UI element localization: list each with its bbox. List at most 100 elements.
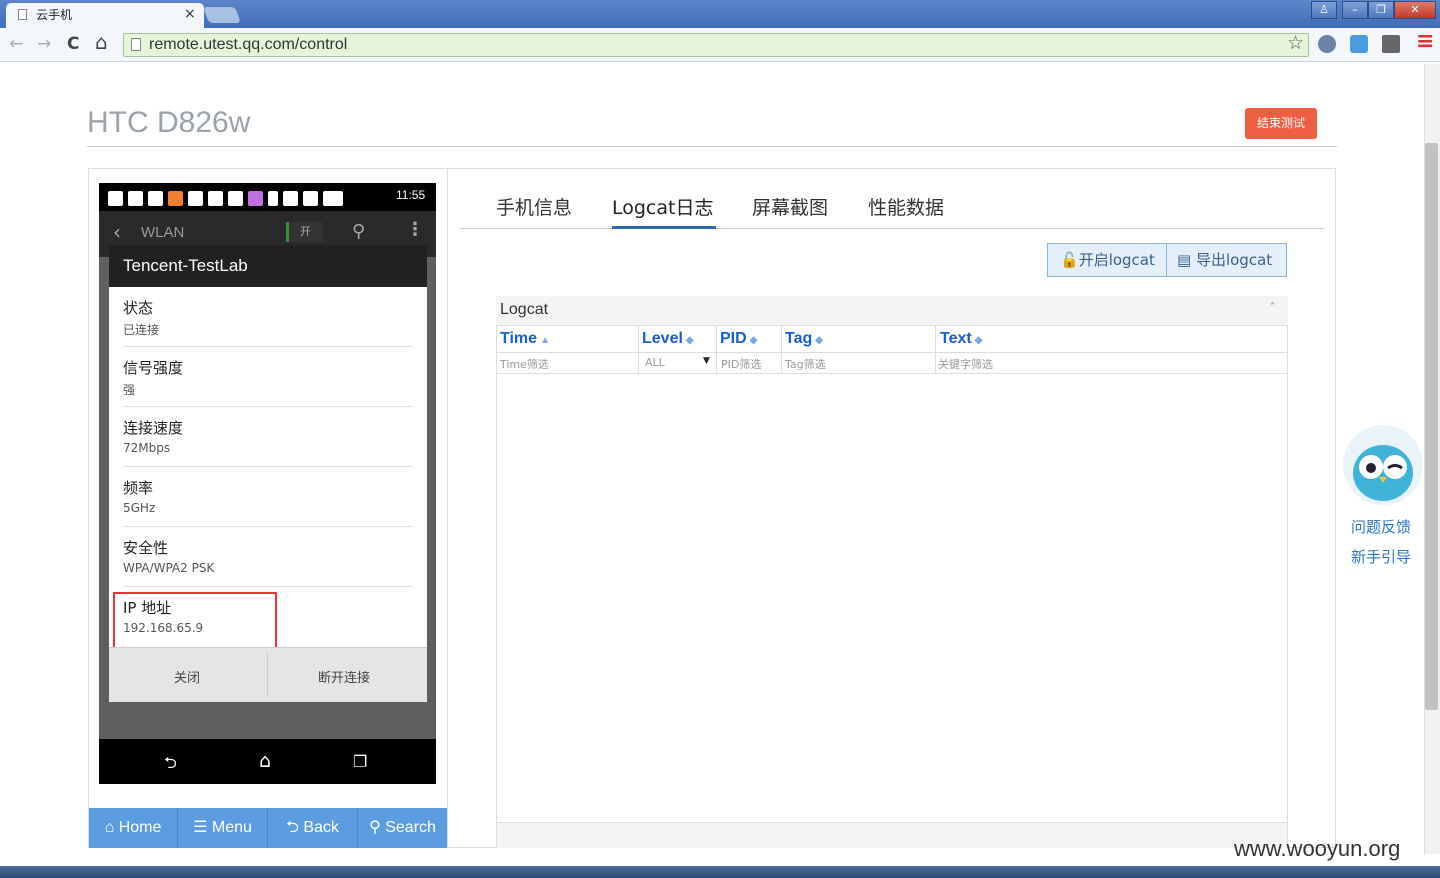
app-icon [208, 191, 223, 206]
app-icon [228, 191, 243, 206]
app-icon [168, 191, 183, 206]
disconnect-button[interactable]: 断开连接 [318, 667, 370, 686]
owl-mascot-icon[interactable] [1343, 425, 1423, 505]
os-taskbar [0, 866, 1440, 878]
logcat-footer [497, 822, 1287, 848]
home-icon: ⌂ [104, 819, 119, 836]
column-level[interactable]: Level ◆ [642, 330, 694, 348]
wlan-title: WLAN [141, 224, 185, 241]
menu-icon[interactable]: ≡ [1416, 31, 1434, 53]
column-divider [716, 326, 717, 373]
sync-icon [128, 191, 143, 206]
status-label: 状态 [123, 299, 154, 317]
frequency-label: 频率 [123, 479, 154, 497]
app-icon [248, 191, 263, 206]
row-divider [123, 406, 413, 407]
home-label: Home [118, 819, 162, 836]
search-label: Search [385, 819, 436, 836]
download-icon[interactable] [1382, 35, 1400, 53]
menu-button[interactable]: ☰ Menu [178, 808, 268, 848]
new-tab-button[interactable] [203, 7, 241, 23]
moon-icon [268, 191, 278, 206]
watermark: www.wooyun.org [1234, 836, 1401, 861]
reload-icon[interactable]: C [67, 34, 79, 54]
wlan-toggle[interactable]: 开 [286, 222, 322, 242]
pid-filter-input[interactable]: PID筛选 [721, 356, 761, 372]
search-icon[interactable]: ⚲ [352, 221, 365, 242]
search-icon: ⚲ [369, 819, 386, 836]
row-divider [123, 586, 413, 587]
notification-icon [108, 191, 123, 206]
speed-label: 连接速度 [123, 419, 184, 437]
app-icon [188, 191, 203, 206]
extension-globe-icon[interactable] [1318, 35, 1336, 53]
feedback-link[interactable]: 问题反馈 [1351, 516, 1411, 537]
tab-device-info[interactable]: 手机信息 [496, 193, 572, 220]
back-button[interactable]: ⮌ Back [268, 808, 358, 848]
page-title: HTC D826w [87, 106, 251, 139]
signal-value: 强 [123, 383, 136, 397]
column-time[interactable]: Time ▲ [500, 330, 550, 348]
scrollbar-thumb[interactable] [1425, 143, 1438, 710]
end-test-button[interactable]: 结束测试 [1245, 108, 1317, 139]
export-logcat-button[interactable]: ▤ 导出logcat [1166, 243, 1287, 277]
title-divider [87, 146, 1337, 147]
url-text[interactable]: remote.utest.qq.com/control [149, 35, 347, 55]
tab-performance[interactable]: 性能数据 [868, 193, 944, 220]
sort-icon: ◆ [749, 335, 758, 346]
minimize-button[interactable]: – [1342, 1, 1368, 19]
highlight-box [113, 592, 277, 650]
column-divider [935, 326, 936, 373]
sort-icon: ◆ [974, 335, 983, 346]
chevron-left-icon[interactable]: ‹ [113, 220, 121, 244]
battery-icon [323, 191, 343, 206]
user-icon[interactable]: ♙ [1311, 1, 1337, 19]
security-value: WPA/WPA2 PSK [123, 561, 215, 575]
tab-screenshot[interactable]: 屏幕截图 [752, 193, 828, 220]
level-filter-select[interactable]: ALL [645, 356, 665, 369]
forward-arrow-icon[interactable]: → [37, 34, 51, 54]
recent-apps-icon[interactable]: ❐ [353, 752, 367, 771]
signal-icon [303, 191, 318, 206]
window-close-button[interactable]: ✕ [1394, 1, 1436, 19]
home-icon[interactable]: ⌂ [95, 32, 108, 52]
home-button[interactable]: ⌂ Home [89, 808, 178, 848]
column-divider [781, 326, 782, 373]
tab-logcat[interactable]: Logcat日志 [612, 193, 713, 220]
wifi-icon [283, 191, 298, 206]
tag-filter-input[interactable]: Tag筛选 [785, 356, 826, 372]
logcat-header [496, 296, 1288, 326]
close-button[interactable]: 关闭 [174, 667, 200, 686]
export-logcat-label: 导出logcat [1195, 251, 1273, 269]
extension-translate-icon[interactable] [1350, 35, 1368, 53]
guide-link[interactable]: 新手引导 [1351, 546, 1411, 567]
dialog-buttons [109, 647, 427, 702]
menu-label: Menu [211, 819, 252, 836]
restore-button[interactable]: ❐ [1368, 1, 1394, 19]
back-icon: ⮌ [286, 819, 304, 836]
browser-tab[interactable]: 云手机 [6, 3, 204, 28]
logcat-panel [496, 296, 1288, 848]
sort-icon: ▲ [540, 335, 550, 346]
search-button[interactable]: ⚲ Search [358, 808, 447, 848]
start-logcat-button[interactable]: 🔓开启logcat [1047, 243, 1167, 277]
back-icon[interactable]: ⮌ [164, 752, 177, 779]
chevron-up-icon[interactable]: ˄ [1270, 302, 1275, 313]
document-icon [131, 38, 141, 51]
column-pid[interactable]: PID ◆ [720, 330, 757, 348]
bookmark-star-icon[interactable]: ☆ [1287, 33, 1304, 53]
back-arrow-icon[interactable]: ← [9, 34, 23, 54]
time-filter-input[interactable]: Time筛选 [500, 356, 549, 372]
status-icons [108, 188, 348, 206]
start-logcat-label: 开启logcat [1078, 251, 1155, 269]
tabs-divider [460, 228, 1324, 229]
home-icon[interactable]: ⌂ [259, 750, 271, 772]
logcat-title: Logcat [500, 301, 549, 318]
column-text[interactable]: Text ◆ [940, 330, 982, 348]
sort-icon: ◆ [685, 335, 694, 346]
text-filter-input[interactable]: 关键字筛选 [938, 356, 993, 372]
close-tab-icon[interactable]: × [184, 6, 196, 22]
column-tag[interactable]: Tag ◆ [785, 330, 823, 348]
more-vert-icon[interactable]: ⋮ [406, 219, 424, 240]
dropdown-arrow-icon[interactable]: ▼ [703, 356, 710, 366]
